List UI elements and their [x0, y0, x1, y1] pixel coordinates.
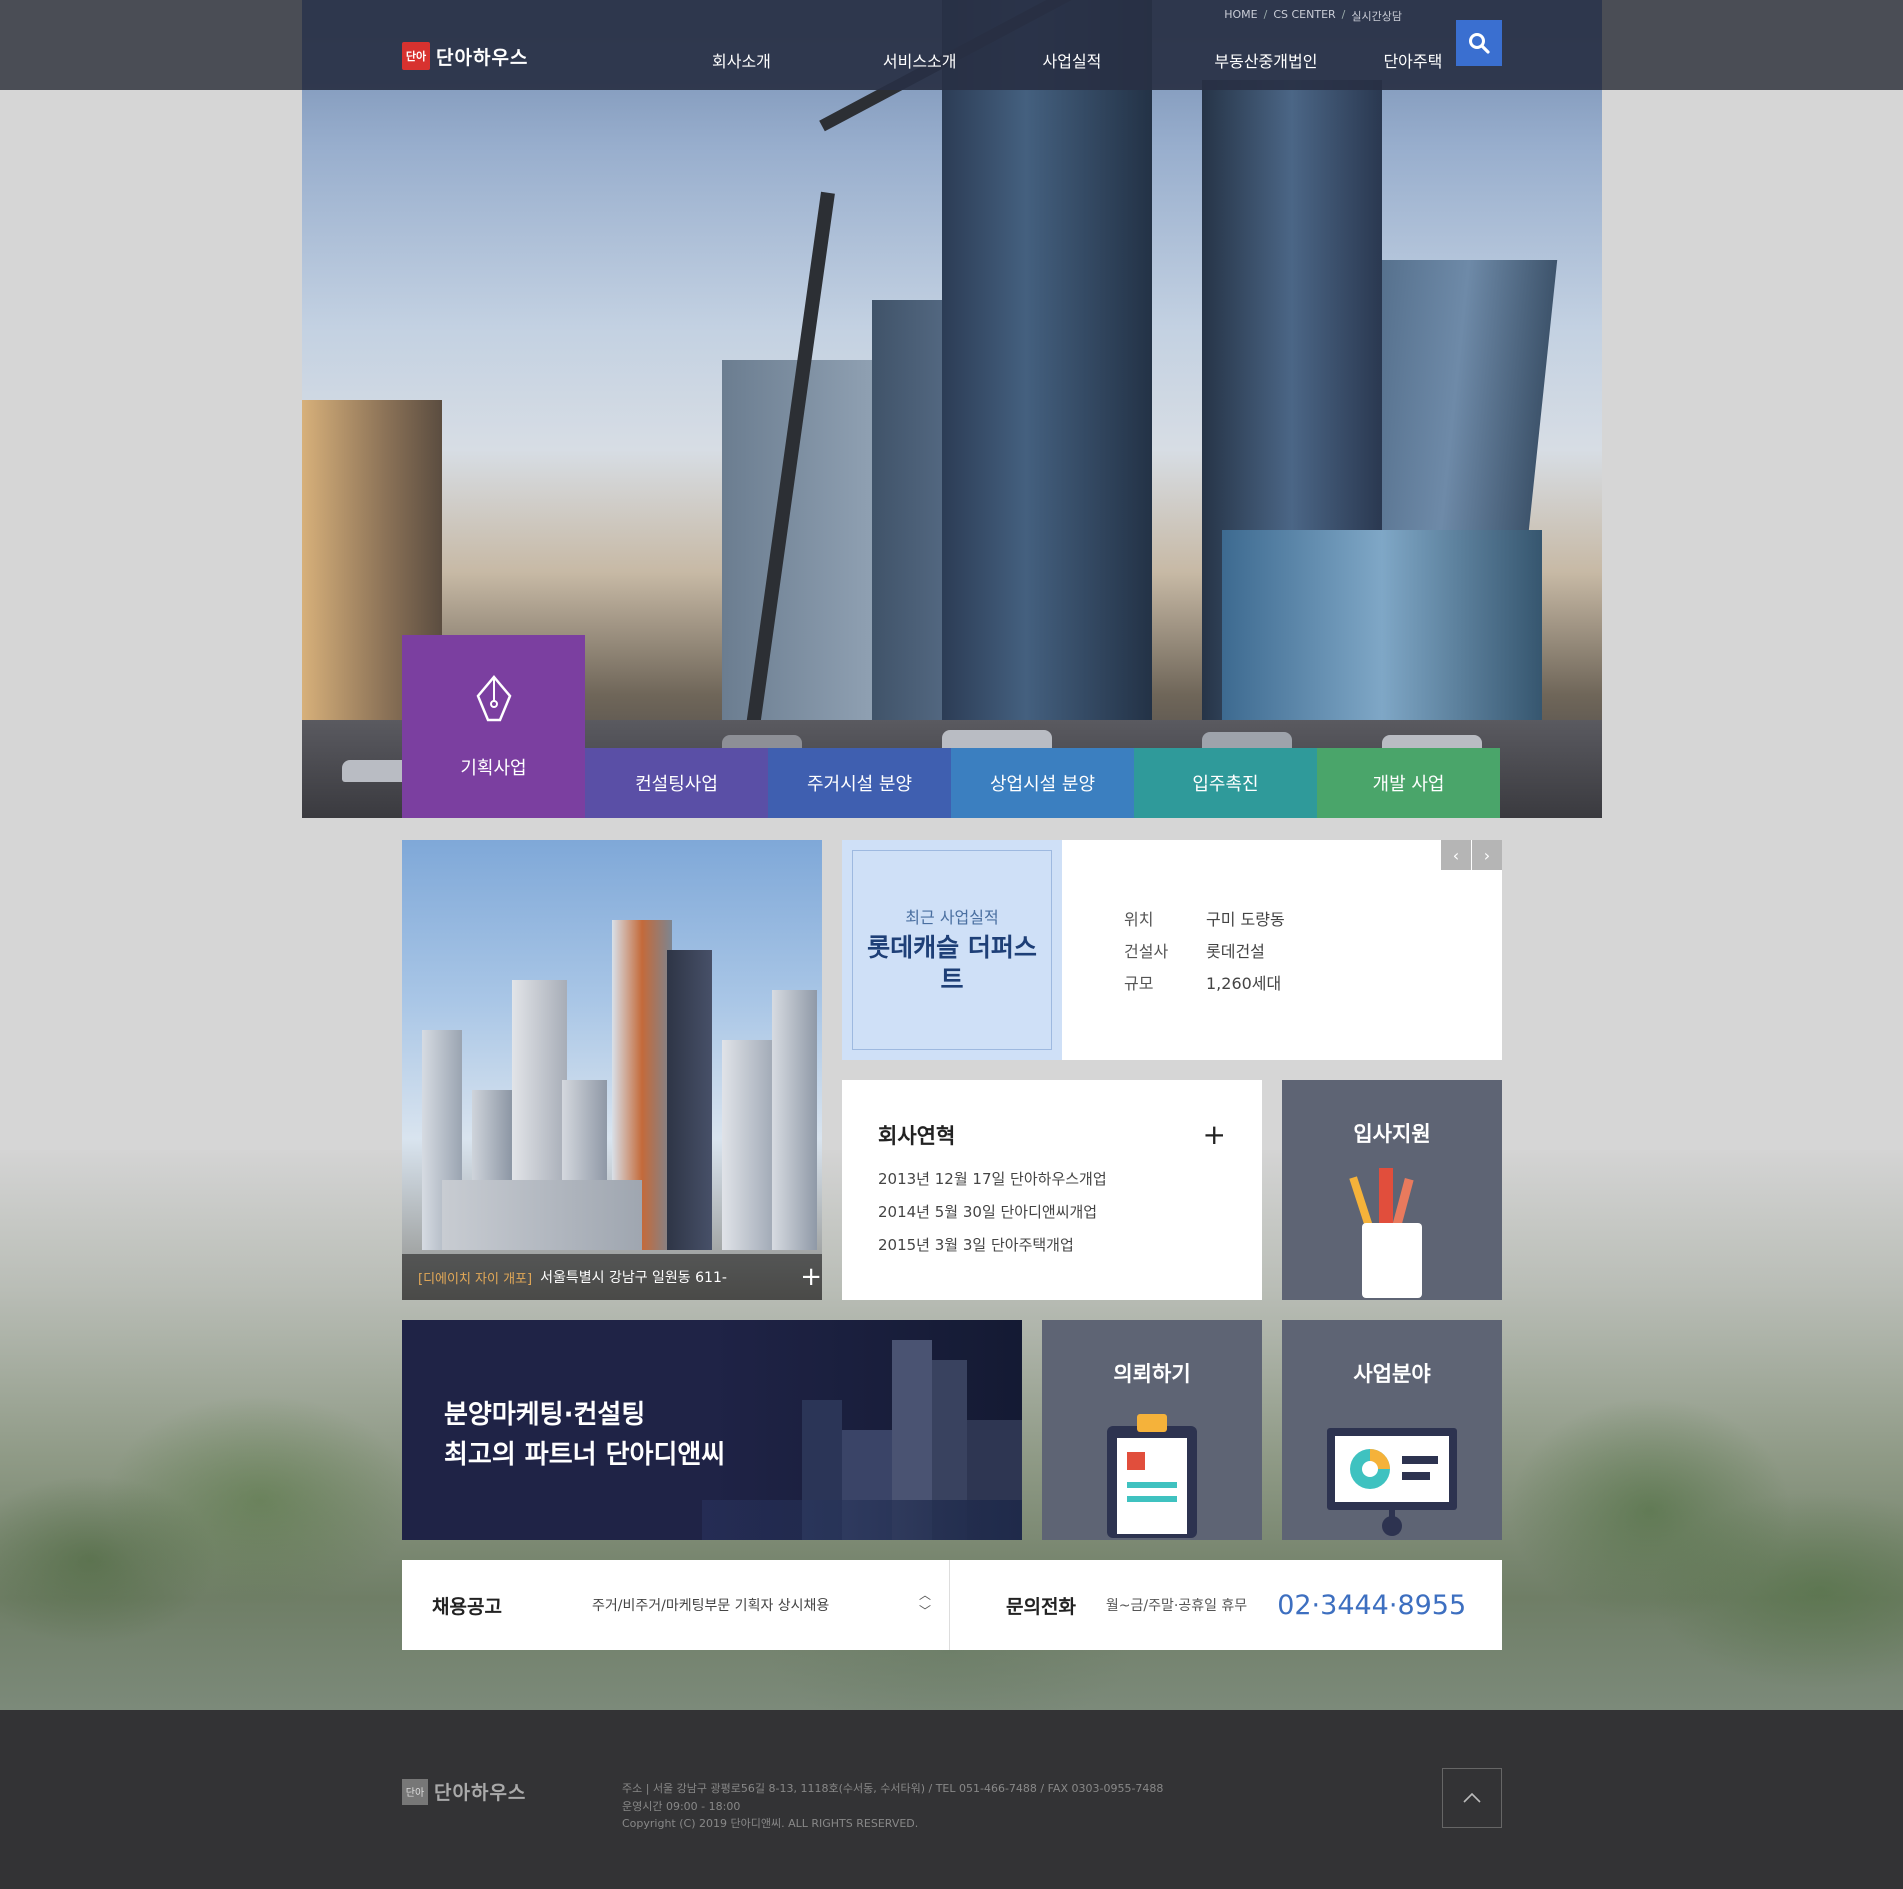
performance-pager: ‹ › [1441, 840, 1502, 870]
perf-scale-value: 1,260세대 [1206, 974, 1282, 993]
main-nav: 회사소개 서비스소개 사업실적 부동산중개법인 단아주택 [712, 48, 1442, 72]
contact-info: 문의전화 월~금/주말·공휴일 휴무 02·3444·8955 [950, 1560, 1502, 1650]
nav-projects[interactable]: 사업실적 [1043, 48, 1102, 72]
category-move-in-label: 입주촉진 [1192, 774, 1259, 795]
footer-logo: 단아 단아하우스 [402, 1778, 526, 1805]
site-logo[interactable]: 단아 단아하우스 [402, 42, 528, 70]
search-button[interactable] [1456, 20, 1502, 66]
performance-title: 롯데캐슬 더퍼스트 [867, 932, 1037, 995]
performance-label: 최근 사업실적 [905, 907, 999, 927]
category-residential[interactable]: 주거시설 분양 [768, 748, 951, 818]
perf-location-value: 구미 도량동 [1206, 910, 1285, 929]
business-title: 사업분야 [1353, 1362, 1431, 1386]
category-consulting[interactable]: 컨설팅사업 [585, 748, 768, 818]
category-planning-label: 기획사업 [460, 757, 527, 779]
footer-copyright: Copyright (C) 2019 단아디앤씨. ALL RIGHTS RES… [622, 1817, 919, 1831]
footer-address: 주소 | 서울 강남구 광평로56길 8-13, 1118호(수서동, 수서타워… [622, 1782, 1164, 1795]
category-development-label: 개발 사업 [1372, 774, 1445, 795]
company-history-tile: 회사연혁 + 2013년 12월 17일 단아하우스개업 2014년 5월 30… [842, 1080, 1262, 1300]
utility-home-link[interactable]: HOME [1224, 8, 1257, 24]
contact-label: 문의전화 [1006, 1595, 1076, 1618]
history-more-icon[interactable]: + [1203, 1121, 1226, 1149]
nav-services[interactable]: 서비스소개 [883, 48, 957, 72]
perf-location-key: 위치 [1124, 910, 1154, 929]
recruit-scroll-control[interactable]: ︿ ﹀ [919, 1588, 931, 1619]
performance-details: 위치 구미 도량동 건설사 롯데건설 규모 1,260세대 [1124, 906, 1285, 1002]
photo-more-icon[interactable]: + [800, 1264, 822, 1290]
back-to-top-button[interactable] [1442, 1768, 1502, 1828]
history-title: 회사연혁 [878, 1124, 956, 1148]
banner-line2: 최고의 파트너 단아디앤씨 [444, 1440, 726, 1471]
history-item: 2015년 3월 3일 단아주택개업 [878, 1236, 1074, 1254]
pencil-cup-icon [1349, 1168, 1422, 1298]
recruit-notice[interactable]: 채용공고 주거/비주거/마케팅부문 기획자 상시채용 ︿ ﹀ [402, 1560, 950, 1650]
clipboard-icon [1107, 1414, 1197, 1538]
prev-arrow-icon[interactable]: ‹ [1441, 840, 1471, 870]
nav-realestate[interactable]: 부동산중개법인 [1214, 48, 1317, 72]
contact-hours: 월~금/주말·공휴일 휴무 [1105, 1598, 1248, 1614]
info-bar: 채용공고 주거/비주거/마케팅부문 기획자 상시채용 ︿ ﹀ 문의전화 월~금/… [402, 1560, 1502, 1650]
category-commercial-label: 상업시설 분양 [989, 774, 1096, 795]
utility-links: HOME / CS CENTER / 실시간상담 [1224, 8, 1402, 24]
site-header: HOME / CS CENTER / 실시간상담 단아 단아하우스 회사소개 서비스… [302, 0, 1602, 90]
banner-text: 분양마케팅·컨설팅 최고의 파트너 단아디앤씨 [444, 1395, 725, 1476]
utility-live-consult-link[interactable]: 실시간상담 [1351, 8, 1402, 24]
nav-about[interactable]: 회사소개 [712, 48, 771, 72]
recruit-label: 채용공고 [432, 1595, 502, 1618]
apply-tile[interactable]: 입사지원 [1282, 1080, 1502, 1300]
performance-heading: 최근 사업실적 롯데캐슬 더퍼스트 [842, 840, 1062, 1060]
utility-cs-center-link[interactable]: CS CENTER [1273, 8, 1335, 24]
perf-scale-key: 규모 [1124, 974, 1154, 993]
footer-info: 주소 | 서울 강남구 광평로56길 8-13, 1118호(수서동, 수서타워… [622, 1780, 1163, 1833]
photo-caption: [디에이치 자이 개포] 서울특별시 강남구 일원동 611- + [402, 1254, 822, 1300]
category-development[interactable]: 개발 사업 [1317, 748, 1500, 818]
next-arrow-icon[interactable]: › [1472, 840, 1502, 870]
footer-logo-text: 단아하우스 [434, 1782, 527, 1804]
logo-text: 단아하우스 [436, 46, 529, 69]
recruit-text: 주거/비주거/마케팅부문 기획자 상시채용 [592, 1598, 830, 1614]
nav-housing[interactable]: 단아주택 [1383, 48, 1442, 72]
apply-title: 입사지원 [1353, 1122, 1431, 1146]
category-planning[interactable]: 기획사업 [402, 635, 585, 818]
footer-hours: 운영시간 09:00 - 18:00 [622, 1799, 741, 1813]
photo-address: 서울특별시 강남구 일원동 611- [540, 1270, 727, 1286]
search-icon [1469, 33, 1490, 54]
recent-performance-tile: 최근 사업실적 롯데캐슬 더퍼스트 위치 구미 도량동 건설사 롯데건설 규모 1,2… [842, 840, 1502, 1060]
business-tile[interactable]: 사업분야 [1282, 1320, 1502, 1540]
pen-nib-icon [476, 674, 511, 721]
contact-tel[interactable]: 02·3444·8955 [1277, 1590, 1466, 1621]
site-footer: 단아 단아하우스 주소 | 서울 강남구 광평로56길 8-13, 1118호(… [0, 1710, 1903, 1889]
history-item: 2014년 5월 30일 단아디앤씨개업 [878, 1203, 1098, 1221]
chevron-down-icon[interactable]: ﹀ [919, 1604, 931, 1620]
perf-builder-value: 롯데건설 [1206, 942, 1265, 961]
footer-logo-mark: 단아 [402, 1778, 428, 1805]
presentation-chart-icon [1327, 1428, 1457, 1536]
marketing-banner[interactable]: 분양마케팅·컨설팅 최고의 파트너 단아디앤씨 [402, 1320, 1022, 1540]
request-tile[interactable]: 의뢰하기 [1042, 1320, 1262, 1540]
category-residential-label: 주거시설 분양 [806, 774, 913, 795]
chevron-up-icon [1463, 1792, 1481, 1803]
category-consulting-label: 컨설팅사업 [635, 774, 718, 795]
request-title: 의뢰하기 [1113, 1362, 1191, 1386]
history-item: 2013년 12월 17일 단아하우스개업 [878, 1170, 1107, 1188]
category-move-in[interactable]: 입주촉진 [1134, 748, 1317, 818]
category-commercial[interactable]: 상업시설 분양 [951, 748, 1134, 818]
logo-mark: 단아 [402, 42, 430, 70]
photo-tag: [디에이치 자이 개포] [418, 1271, 533, 1287]
chevron-up-icon[interactable]: ︿ [919, 1588, 931, 1604]
perf-builder-key: 건설사 [1124, 942, 1169, 961]
banner-line1: 분양마케팅·컨설팅 [444, 1400, 646, 1430]
project-photo-tile[interactable]: [디에이치 자이 개포] 서울특별시 강남구 일원동 611- + [402, 840, 822, 1300]
